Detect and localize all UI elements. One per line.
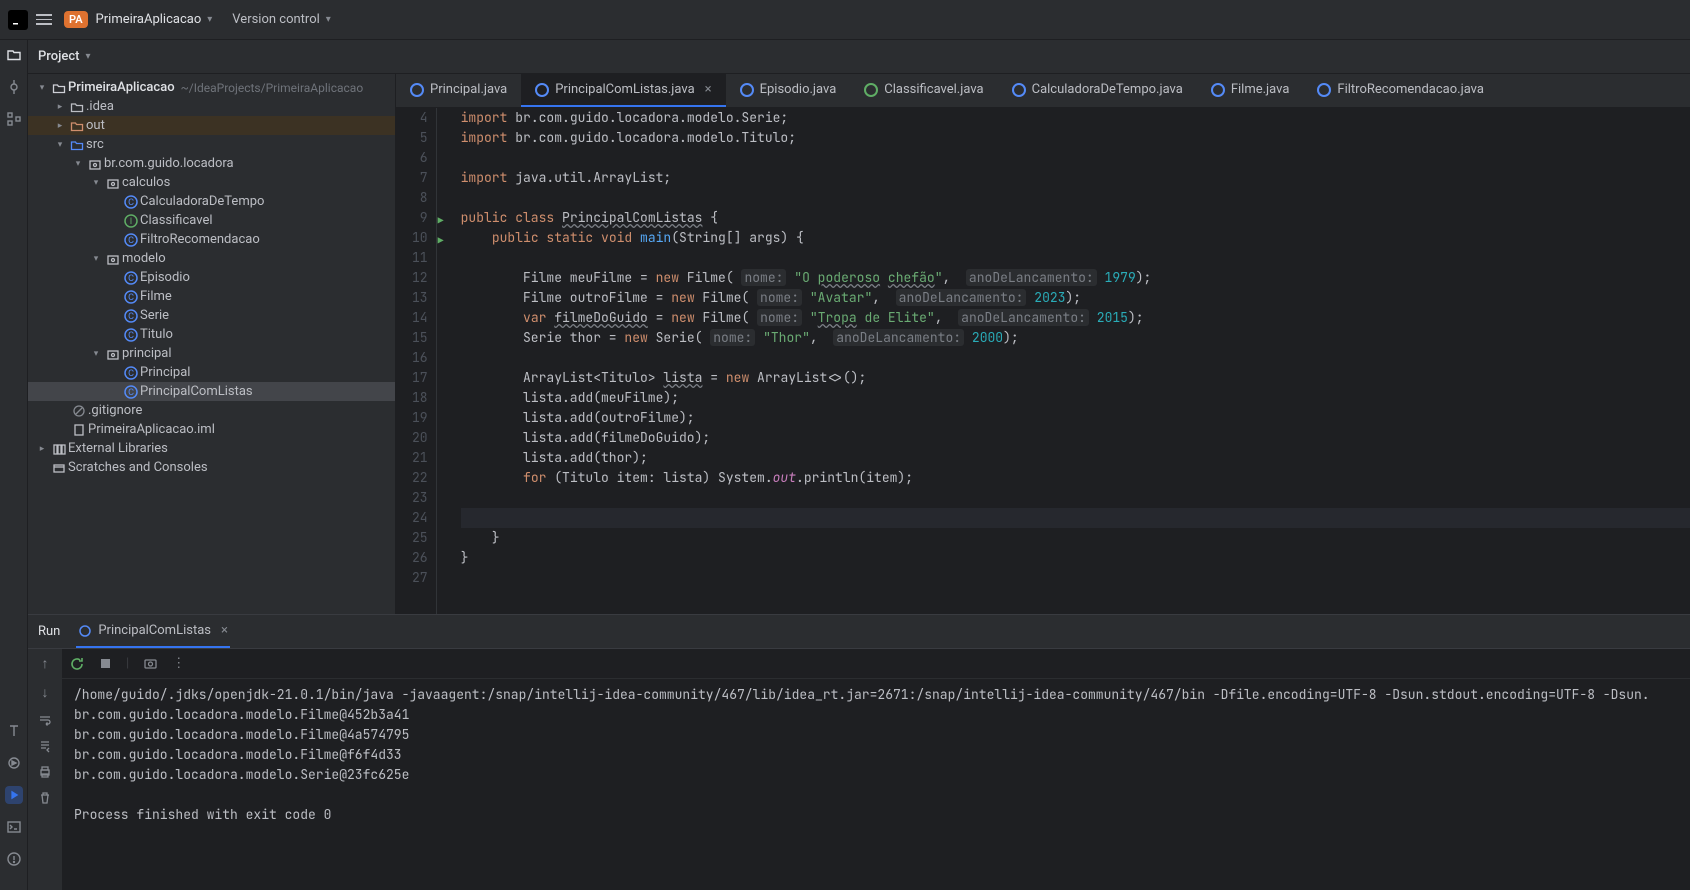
tree-external-libs[interactable]: ▸External Libraries	[28, 439, 395, 458]
tab-label: Episodio.java	[760, 82, 837, 97]
file-type-icon	[535, 83, 549, 97]
project-badge: PA	[64, 11, 88, 28]
tree-folder-src[interactable]: ▾src	[28, 135, 395, 154]
tree-class[interactable]: CSerie	[28, 306, 395, 325]
tree-class[interactable]: CFilme	[28, 287, 395, 306]
svg-text:I: I	[130, 217, 132, 227]
run-config-tab[interactable]: PrincipalComListas ×	[76, 615, 230, 648]
editor-tab[interactable]: FiltroRecomendacao.java	[1303, 74, 1498, 107]
more-icon[interactable]: ⋮	[172, 656, 185, 671]
editor-tab[interactable]: Classificavel.java	[850, 74, 997, 107]
svg-text:C: C	[128, 388, 134, 398]
editor-tab[interactable]: Principal.java	[396, 74, 521, 107]
tree-class[interactable]: CCalculadoraDeTempo	[28, 192, 395, 211]
svg-text:C: C	[128, 274, 134, 284]
tree-class[interactable]: CEpisodio	[28, 268, 395, 287]
tree-file-gitignore[interactable]: .gitignore	[28, 401, 395, 420]
project-tree[interactable]: ▾PrimeiraAplicacao~/IdeaProjects/Primeir…	[28, 74, 396, 614]
file-type-icon	[1317, 83, 1331, 97]
tab-label: Classificavel.java	[884, 82, 983, 97]
editor-tab[interactable]: Filme.java	[1197, 74, 1304, 107]
run-config-name: PrincipalComListas	[98, 623, 211, 638]
tree-class-selected[interactable]: CPrincipalComListas	[28, 382, 395, 401]
file-type-icon	[1012, 83, 1026, 97]
code-editor[interactable]: 456789▶10▶111213141516171819202122232425…	[396, 108, 1690, 614]
camera-icon[interactable]	[143, 656, 158, 671]
tree-class[interactable]: CTitulo	[28, 325, 395, 344]
terminal-tool-icon[interactable]	[5, 818, 23, 836]
editor-tab[interactable]: CalculadoraDeTempo.java	[998, 74, 1197, 107]
tab-label: Principal.java	[430, 82, 507, 97]
close-icon[interactable]: ×	[705, 82, 712, 97]
soft-wrap-icon[interactable]	[38, 713, 52, 727]
stop-icon[interactable]	[99, 657, 112, 670]
svg-text:C: C	[128, 369, 134, 379]
file-type-icon	[864, 83, 878, 97]
commit-tool-icon[interactable]	[5, 78, 23, 96]
chevron-down-icon: ▾	[85, 51, 90, 62]
tree-folder-out[interactable]: ▸out	[28, 116, 395, 135]
tree-package-modelo[interactable]: ▾modelo	[28, 249, 395, 268]
tab-label: CalculadoraDeTempo.java	[1032, 82, 1183, 97]
text-tool-icon[interactable]	[5, 722, 23, 740]
svg-text:C: C	[128, 293, 134, 303]
chevron-down-icon: ▾	[207, 14, 212, 25]
svg-text:C: C	[128, 331, 134, 341]
tree-package-calculos[interactable]: ▾calculos	[28, 173, 395, 192]
project-title[interactable]: PrimeiraAplicacao	[96, 12, 202, 27]
tab-label: PrincipalComListas.java	[555, 82, 694, 97]
tree-class[interactable]: CPrincipal	[28, 363, 395, 382]
tree-class[interactable]: CFiltroRecomendacao	[28, 230, 395, 249]
ide-logo-icon	[8, 10, 28, 30]
run-side-toolbar: ↑ ↓	[28, 649, 62, 890]
tab-label: FiltroRecomendacao.java	[1337, 82, 1484, 97]
title-bar: PA PrimeiraAplicacao ▾ Version control ▾	[0, 0, 1690, 40]
tree-root[interactable]: ▾PrimeiraAplicacao~/IdeaProjects/Primeir…	[28, 78, 395, 97]
services-tool-icon[interactable]	[5, 754, 23, 772]
problems-tool-icon[interactable]	[5, 850, 23, 868]
file-type-icon	[740, 83, 754, 97]
tree-file-iml[interactable]: PrimeiraAplicacao.iml	[28, 420, 395, 439]
chevron-down-icon: ▾	[326, 14, 331, 25]
run-panel-label: Run	[38, 624, 60, 639]
project-panel-header[interactable]: Project ▾	[28, 40, 1690, 74]
file-type-icon	[1211, 83, 1225, 97]
console-output[interactable]: /home/guido/.jdks/openjdk-21.0.1/bin/jav…	[62, 679, 1690, 890]
svg-text:C: C	[128, 236, 134, 246]
editor-tab[interactable]: PrincipalComListas.java ×	[521, 74, 725, 107]
run-tool-icon[interactable]	[5, 786, 23, 804]
structure-tool-icon[interactable]	[5, 110, 23, 128]
tree-package-principal[interactable]: ▾principal	[28, 344, 395, 363]
version-control-menu[interactable]: Version control	[232, 12, 320, 27]
up-arrow-icon[interactable]: ↑	[42, 655, 49, 672]
editor-tabs: Principal.java PrincipalComListas.java × Ep…	[396, 74, 1690, 108]
down-arrow-icon[interactable]: ↓	[42, 684, 49, 701]
run-toolbar: | ⋮	[62, 649, 1690, 679]
main-menu-button[interactable]	[36, 14, 52, 25]
tree-package[interactable]: ▾br.com.guido.locadora	[28, 154, 395, 173]
scroll-end-icon[interactable]	[38, 739, 52, 753]
trash-icon[interactable]	[38, 791, 52, 805]
run-tool-window: Run PrincipalComListas × ↑ ↓	[28, 614, 1690, 890]
tool-window-bar	[0, 40, 28, 890]
editor-tab[interactable]: Episodio.java	[726, 74, 851, 107]
tree-folder-idea[interactable]: ▸.idea	[28, 97, 395, 116]
svg-text:C: C	[128, 198, 134, 208]
tree-scratches[interactable]: Scratches and Consoles	[28, 458, 395, 477]
close-icon[interactable]: ×	[221, 623, 228, 638]
tab-label: Filme.java	[1231, 82, 1290, 97]
project-tool-icon[interactable]	[5, 46, 23, 64]
tree-interface[interactable]: IClassificavel	[28, 211, 395, 230]
svg-text:C: C	[128, 312, 134, 322]
file-type-icon	[410, 83, 424, 97]
rerun-icon[interactable]	[70, 656, 85, 671]
print-icon[interactable]	[38, 765, 52, 779]
project-panel-title: Project	[38, 49, 79, 64]
